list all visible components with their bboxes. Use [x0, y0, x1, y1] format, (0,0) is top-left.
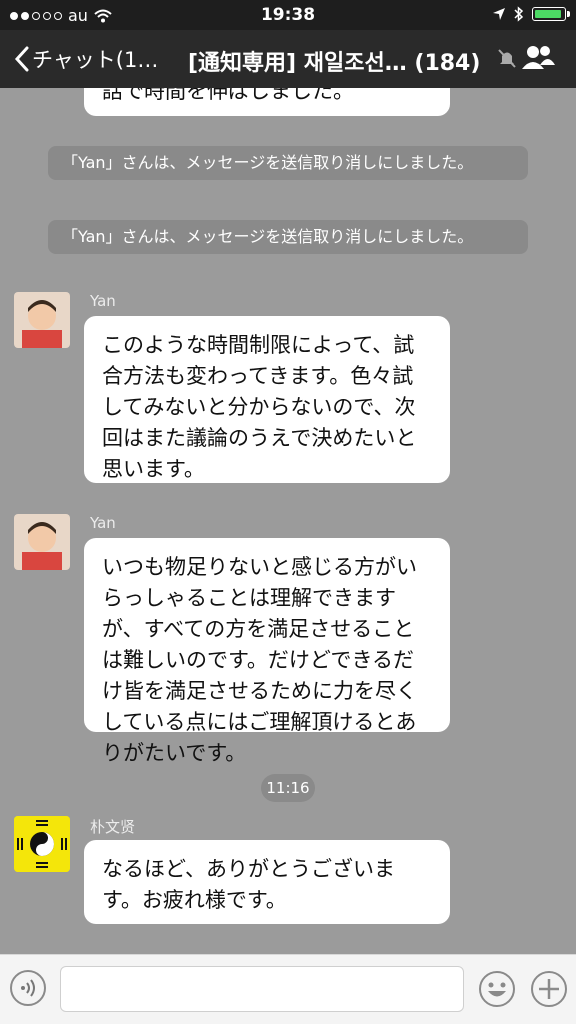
- chat-title[interactable]: [通知専用] 재일조선… (184): [188, 45, 480, 77]
- message-bubble[interactable]: なるほど、ありがとうございます。お疲れ様です。: [84, 840, 450, 924]
- avatar-yan[interactable]: [14, 514, 70, 570]
- sender-name: Yan: [90, 514, 116, 532]
- message-text: いつも物足りないと感じる方がいらっしゃることは理解できますが、すべての方を満足さ…: [102, 555, 417, 765]
- message-bubble[interactable]: このような時間制限によって、試合方法も変わってきます。色々試してみないと分からな…: [84, 316, 450, 483]
- system-message-text: 「Yan」さんは、メッセージを送信取り消しにしました。: [62, 227, 474, 246]
- voice-button[interactable]: [10, 970, 46, 1006]
- status-right: [492, 6, 570, 22]
- message-bubble-partial[interactable]: 話で時間を伸ばしました。: [84, 88, 450, 116]
- bluetooth-icon: [514, 6, 524, 22]
- avatar-bagua[interactable]: [14, 816, 70, 872]
- emoji-icon[interactable]: [478, 970, 516, 1008]
- sender-name: 朴文贤: [90, 818, 136, 836]
- system-message: 「Yan」さんは、メッセージを送信取り消しにしました。: [48, 146, 528, 180]
- chat-header: チャット(1… [通知専用] 재일조선… (184): [0, 30, 576, 88]
- sender-name: Yan: [90, 292, 116, 310]
- bell-muted-icon: [498, 49, 516, 68]
- status-bar: au 19:38: [0, 0, 576, 30]
- plus-icon[interactable]: [530, 970, 568, 1008]
- system-message-text: 「Yan」さんは、メッセージを送信取り消しにしました。: [62, 153, 474, 172]
- system-message: 「Yan」さんは、メッセージを送信取り消しにしました。: [48, 220, 528, 254]
- message-input[interactable]: [60, 966, 464, 1012]
- chevron-left-icon: [14, 46, 29, 72]
- message-text: このような時間制限によって、試合方法も変わってきます。色々試してみないと分からな…: [102, 333, 417, 481]
- message-text: 話で時間を伸ばしました。: [102, 88, 354, 103]
- clock: 19:38: [260, 5, 316, 25]
- message-bubble[interactable]: いつも物足りないと感じる方がいらっしゃることは理解できますが、すべての方を満足さ…: [84, 538, 450, 765]
- battery-icon: [532, 7, 570, 21]
- location-arrow-icon: [493, 8, 505, 20]
- input-bar: [0, 954, 576, 1024]
- voice-icon: [21, 979, 35, 997]
- chat-area[interactable]: 話で時間を伸ばしました。 「Yan」さんは、メッセージを送信取り消しにしました。…: [0, 88, 576, 954]
- message-text: なるほど、ありがとうございます。お疲れ様です。: [102, 857, 395, 912]
- back-label: チャット(1…: [32, 48, 159, 72]
- avatar-yan[interactable]: [14, 292, 70, 348]
- back-button[interactable]: チャット(1…: [14, 44, 158, 74]
- members-icon[interactable]: [520, 43, 556, 73]
- time-divider: 11:16: [261, 774, 315, 802]
